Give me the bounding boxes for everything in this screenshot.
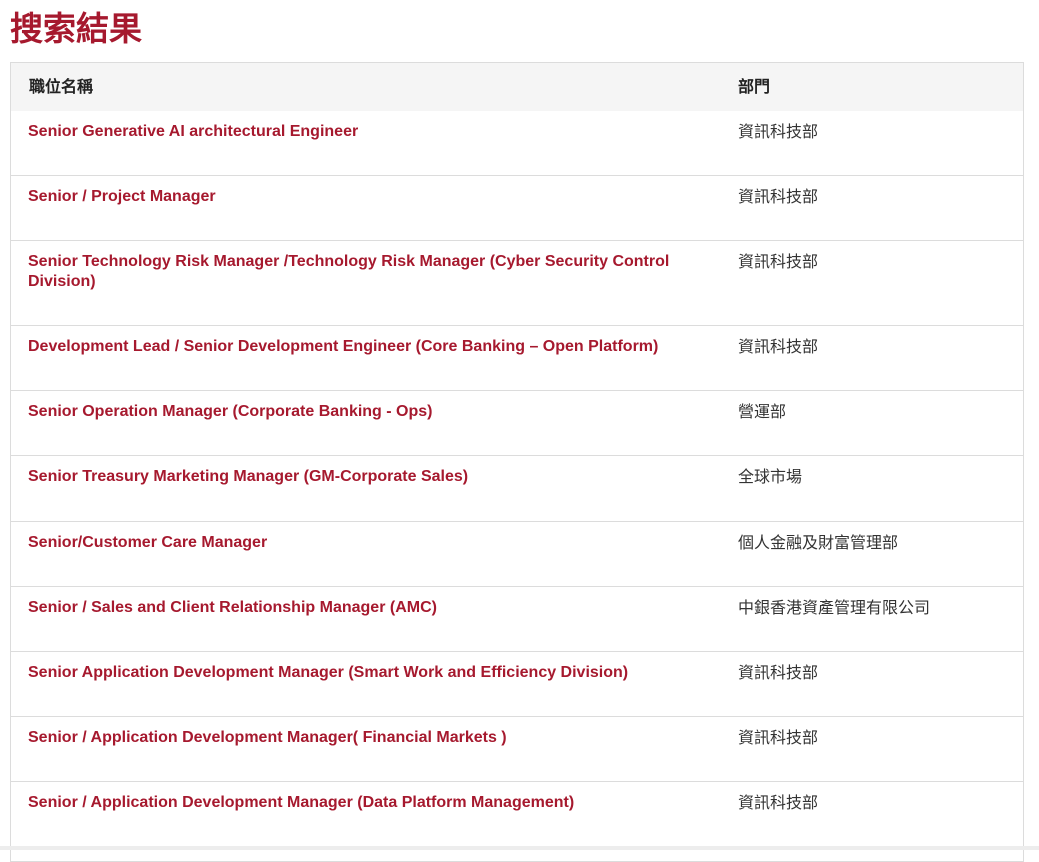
department-cell: 資訊科技部: [738, 337, 819, 356]
job-title-link[interactable]: Senior/Customer Care Manager: [28, 533, 688, 553]
department-cell: 中銀香港資產管理有限公司: [738, 598, 931, 617]
table-header: 職位名稱 部門: [11, 63, 1023, 111]
column-header-title: 職位名稱: [29, 77, 94, 96]
table-row: Senior/Customer Care Manager 個人金融及財富管理部: [11, 522, 1023, 587]
department-cell: 資訊科技部: [738, 793, 819, 812]
column-header-department: 部門: [738, 77, 771, 96]
job-title-link[interactable]: Senior Operation Manager (Corporate Bank…: [28, 402, 688, 422]
table-row: Development Lead / Senior Development En…: [11, 326, 1023, 391]
job-title-link[interactable]: Senior Technology Risk Manager /Technolo…: [28, 252, 688, 292]
table-row: Senior / Application Development Manager…: [11, 782, 1023, 847]
job-title-link[interactable]: Senior / Project Manager: [28, 187, 688, 207]
department-cell: 資訊科技部: [738, 122, 819, 141]
job-title-link[interactable]: Senior / Application Development Manager…: [28, 793, 688, 813]
table-body: Senior Generative AI architectural Engin…: [11, 111, 1023, 847]
job-title-link[interactable]: Senior Treasury Marketing Manager (GM-Co…: [28, 467, 688, 487]
department-cell: 營運部: [738, 402, 787, 421]
page-title: 搜索結果: [10, 9, 142, 48]
table-row: Senior Technology Risk Manager /Technolo…: [11, 241, 1023, 326]
table-row: Senior Application Development Manager (…: [11, 652, 1023, 717]
table-row: Senior / Sales and Client Relationship M…: [11, 587, 1023, 652]
table-row: Senior / Application Development Manager…: [11, 717, 1023, 782]
department-cell: 資訊科技部: [738, 187, 819, 206]
table-row: Senior Operation Manager (Corporate Bank…: [11, 391, 1023, 456]
job-title-link[interactable]: Senior Application Development Manager (…: [28, 663, 688, 683]
job-title-link[interactable]: Senior / Application Development Manager…: [28, 728, 688, 748]
department-cell: 資訊科技部: [738, 663, 819, 682]
job-title-link[interactable]: Senior / Sales and Client Relationship M…: [28, 598, 688, 618]
table-row: Senior Generative AI architectural Engin…: [11, 111, 1023, 176]
department-cell: 全球市場: [738, 467, 803, 486]
results-table: 職位名稱 部門 Senior Generative AI architectur…: [10, 62, 1024, 862]
job-title-link[interactable]: Senior Generative AI architectural Engin…: [28, 122, 688, 142]
job-title-link[interactable]: Development Lead / Senior Development En…: [28, 337, 688, 357]
department-cell: 資訊科技部: [738, 728, 819, 747]
department-cell: 資訊科技部: [738, 252, 819, 271]
department-cell: 個人金融及財富管理部: [738, 533, 899, 552]
page-footer-divider: [0, 846, 1039, 850]
table-row: Senior Treasury Marketing Manager (GM-Co…: [11, 456, 1023, 522]
table-row: Senior / Project Manager 資訊科技部: [11, 176, 1023, 241]
